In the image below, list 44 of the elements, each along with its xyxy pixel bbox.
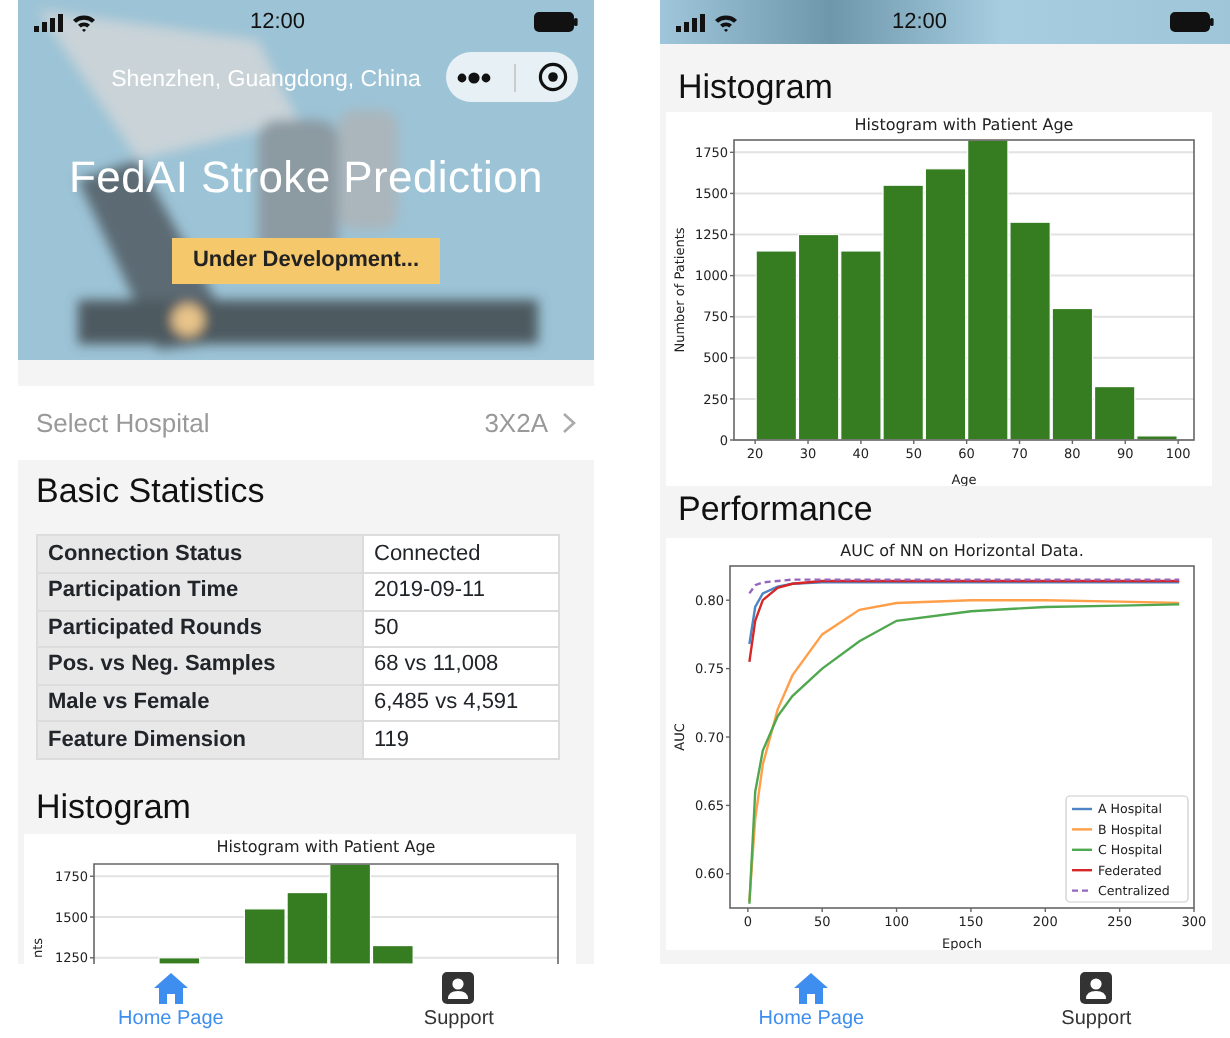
home-icon[interactable] <box>153 972 188 1004</box>
chart-title: AUC of NN on Horizontal Data. <box>840 541 1084 560</box>
battery-icon <box>1170 12 1214 32</box>
app-title: FedAI Stroke Prediction <box>69 150 543 207</box>
stat-label: Pos. vs Neg. Samples <box>37 647 363 685</box>
home-icon[interactable] <box>794 972 829 1004</box>
chevron-right-icon <box>562 412 576 434</box>
legend-box <box>1065 794 1189 903</box>
status-badge: Under Development... <box>172 238 440 284</box>
stat-value: 2019-09-11 <box>363 572 559 611</box>
status-time: 12:00 <box>892 7 948 38</box>
hospital-select[interactable]: Select Hospital 3X2A <box>18 386 594 460</box>
section-heading: Performance <box>678 490 875 532</box>
select-label: Select Hospital <box>36 405 210 442</box>
select-value: 3X2A <box>484 405 548 442</box>
person-card-icon[interactable] <box>442 972 475 1004</box>
wifi-icon <box>72 13 96 31</box>
section-heading: Histogram <box>678 68 835 109</box>
status-time: 12:00 <box>250 7 306 38</box>
stat-value: 50 <box>363 610 559 648</box>
chart-title: Histogram with Patient Age <box>854 116 1074 135</box>
stat-label: Feature Dimension <box>37 721 363 759</box>
wifi-icon <box>714 13 738 31</box>
stat-value: 119 <box>363 721 559 759</box>
stat-value: 6,485 vs 4,591 <box>363 684 559 722</box>
battery-icon <box>534 12 578 32</box>
stat-value: Connected <box>363 535 559 573</box>
chart-title: Histogram with Patient Age <box>216 838 436 857</box>
target-icon[interactable] <box>537 62 568 92</box>
more-icon[interactable] <box>456 71 493 83</box>
person-card-icon[interactable] <box>1080 972 1113 1004</box>
section-heading: Basic Statistics <box>36 472 267 513</box>
section-heading: Histogram <box>36 787 193 829</box>
signal-icon <box>34 13 64 31</box>
stat-label: Male vs Female <box>37 684 363 722</box>
stat-value: 68 vs 11,008 <box>363 647 559 685</box>
tab-item[interactable]: Home Page <box>758 964 865 1034</box>
signal-icon <box>676 13 706 31</box>
tab-item[interactable]: Support <box>423 964 494 1034</box>
stat-label: Participation Time <box>37 572 363 611</box>
stat-label: Connection Status <box>37 535 363 573</box>
tab-item[interactable]: Home Page <box>118 964 224 1034</box>
stat-label: Participated Rounds <box>37 610 363 648</box>
tab-item[interactable]: Support <box>1061 964 1132 1034</box>
